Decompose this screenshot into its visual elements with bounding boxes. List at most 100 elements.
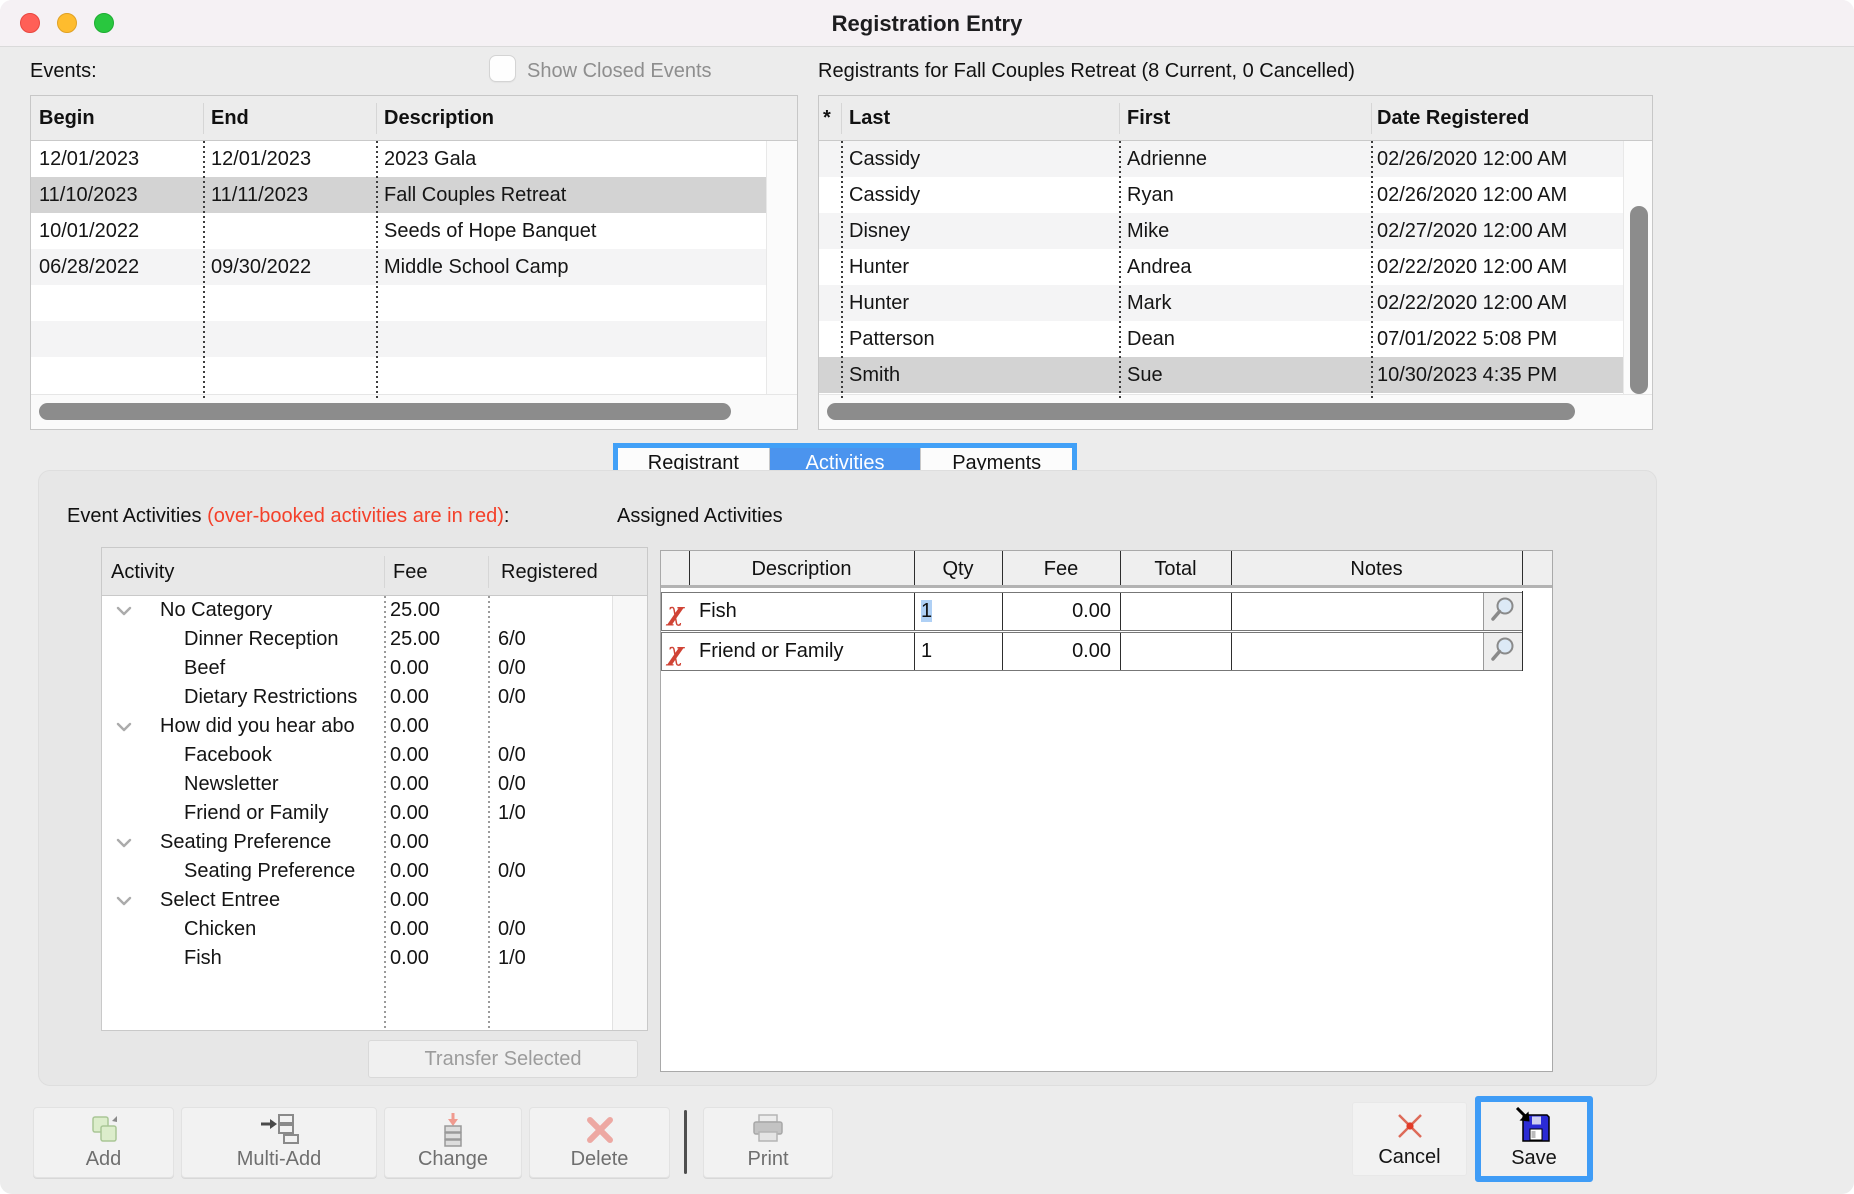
save-button[interactable]: Save: [1481, 1102, 1587, 1176]
registrants-vscrollbar-thumb[interactable]: [1630, 206, 1648, 394]
registrants-hscrollbar-thumb[interactable]: [827, 403, 1575, 420]
registrant-row[interactable]: PattersonDean07/01/2022 5:08 PM: [819, 321, 1623, 357]
registrant-row[interactable]: CassidyAdrienne02/26/2020 12:00 AM: [819, 141, 1623, 177]
registrant-last-cell: Hunter: [849, 285, 1111, 321]
events-hscrollbar-track[interactable]: [31, 394, 797, 429]
registrants-rows: CassidyAdrienne02/26/2020 12:00 AMCassid…: [819, 141, 1623, 399]
column-line: [1522, 591, 1523, 671]
activity-registered: 0/0: [498, 857, 598, 886]
delete-button[interactable]: Delete: [529, 1107, 670, 1178]
activity-tree-row[interactable]: Newsletter0.000/0: [102, 770, 612, 799]
delete-label: Delete: [530, 1148, 669, 1171]
activity-tree-row[interactable]: How did you hear abo0.00: [102, 712, 612, 741]
tree-scroll-gutter: [612, 596, 647, 1030]
assigned-notes-cell[interactable]: [1232, 593, 1483, 630]
registrant-row[interactable]: HunterMark02/22/2020 12:00 AM: [819, 285, 1623, 321]
column-divider: [1119, 141, 1121, 399]
event-begin-cell: 12/01/2023: [39, 141, 197, 177]
print-button[interactable]: Print: [703, 1107, 833, 1178]
activity-tree-row[interactable]: Fish0.001/0: [102, 944, 612, 973]
registrant-first-cell: Andrea: [1127, 249, 1363, 285]
events-table-row[interactable]: 06/28/202209/30/2022Middle School Camp: [31, 249, 766, 285]
activity-tree-row[interactable]: Seating Preference0.000/0: [102, 857, 612, 886]
remove-activity-icon[interactable]: χ: [662, 593, 689, 630]
column-header-qty[interactable]: Qty: [914, 551, 1002, 588]
column-header-end[interactable]: End: [211, 96, 369, 141]
transfer-selected-button[interactable]: Transfer Selected: [368, 1040, 638, 1078]
column-header-begin[interactable]: Begin: [39, 96, 197, 141]
activity-label: Friend or Family: [184, 799, 382, 828]
add-button[interactable]: Add: [33, 1107, 174, 1178]
column-header-description[interactable]: Description: [384, 96, 759, 141]
assigned-fee-cell[interactable]: 0.00: [1003, 633, 1120, 670]
activity-registered: 1/0: [498, 944, 598, 973]
registrant-row[interactable]: SmithSue10/30/2023 4:35 PM: [819, 357, 1623, 393]
activity-fee: 0.00: [390, 654, 485, 683]
notes-lookup-button[interactable]: [1483, 633, 1522, 670]
notes-lookup-button[interactable]: [1483, 593, 1522, 630]
registrant-last-cell: Patterson: [849, 321, 1111, 357]
events-table-row[interactable]: 10/01/2022Seeds of Hope Banquet: [31, 213, 766, 249]
activity-tree-row[interactable]: No Category25.00: [102, 596, 612, 625]
activity-tree-row[interactable]: Friend or Family0.001/0: [102, 799, 612, 828]
registrant-first-cell: Adrienne: [1127, 141, 1363, 177]
print-label: Print: [704, 1148, 832, 1171]
column-header-registered[interactable]: Registered: [501, 548, 598, 596]
events-hscrollbar-thumb[interactable]: [39, 403, 731, 420]
activity-registered: 0/0: [498, 683, 598, 712]
registrant-row[interactable]: CassidyRyan02/26/2020 12:00 AM: [819, 177, 1623, 213]
activity-tree-row[interactable]: Chicken0.000/0: [102, 915, 612, 944]
column-header-fee[interactable]: Fee: [393, 548, 427, 596]
column-header-first[interactable]: First: [1127, 96, 1363, 141]
events-table-row[interactable]: 11/10/202311/11/2023Fall Couples Retreat: [31, 177, 766, 213]
column-header-fee[interactable]: Fee: [1002, 551, 1120, 588]
column-header-total[interactable]: Total: [1120, 551, 1231, 588]
column-header-notes[interactable]: Notes: [1231, 551, 1522, 588]
assigned-qty-cell[interactable]: 1: [915, 593, 1002, 630]
events-table: Begin End Description 12/01/2023 12/01/20…: [30, 95, 798, 430]
column-header-description[interactable]: Description: [689, 551, 914, 588]
change-button[interactable]: Change: [384, 1107, 522, 1178]
activity-tree-row[interactable]: Seating Preference0.00: [102, 828, 612, 857]
activity-label: Facebook: [184, 741, 382, 770]
column-header-activity[interactable]: Activity: [111, 548, 174, 596]
assigned-activity-row[interactable]: χFish10.00: [661, 592, 1523, 631]
expand-chevron-icon[interactable]: [114, 833, 134, 853]
registrant-date-cell: 02/22/2020 12:00 AM: [1377, 285, 1617, 321]
assigned-fee-cell[interactable]: 0.00: [1003, 593, 1120, 630]
expand-chevron-icon[interactable]: [114, 601, 134, 621]
column-header-last[interactable]: Last: [849, 96, 1111, 141]
activity-tree-row[interactable]: Dinner Reception25.006/0: [102, 625, 612, 654]
show-closed-events-checkbox[interactable]: [489, 55, 516, 82]
column-header-star[interactable]: *: [823, 96, 839, 141]
activity-tree-row[interactable]: Facebook0.000/0: [102, 741, 612, 770]
assigned-qty-cell[interactable]: 1: [915, 633, 1002, 670]
expand-chevron-icon[interactable]: [114, 717, 134, 737]
events-table-row[interactable]: 12/01/202312/01/20232023 Gala: [31, 141, 766, 177]
expand-chevron-icon[interactable]: [114, 891, 134, 911]
titlebar: Registration Entry: [0, 0, 1854, 47]
activity-registered: [498, 886, 598, 915]
registrants-hscrollbar-track[interactable]: [819, 394, 1652, 429]
events-table-empty-row: [31, 321, 766, 357]
assigned-total-cell: [1121, 633, 1231, 670]
multi-add-button[interactable]: Multi-Add: [181, 1107, 377, 1178]
event-end-cell: 12/01/2023: [211, 141, 369, 177]
cancel-button[interactable]: Cancel: [1352, 1102, 1467, 1176]
activity-registered: [498, 712, 598, 741]
registrant-first-cell: Ryan: [1127, 177, 1363, 213]
activity-tree-row[interactable]: Beef0.000/0: [102, 654, 612, 683]
remove-activity-icon[interactable]: χ: [662, 633, 689, 670]
assigned-notes-cell[interactable]: [1232, 633, 1483, 670]
activity-label: Chicken: [184, 915, 382, 944]
registrant-row[interactable]: HunterAndrea02/22/2020 12:00 AM: [819, 249, 1623, 285]
event-description-cell: Fall Couples Retreat: [384, 177, 759, 213]
activity-tree-row[interactable]: Dietary Restrictions0.000/0: [102, 683, 612, 712]
assigned-activity-row[interactable]: χFriend or Family10.00: [661, 632, 1523, 671]
events-label: Events:: [30, 60, 97, 83]
activity-tree-row[interactable]: Select Entree0.00: [102, 886, 612, 915]
event-activities-label-text: Event Activities: [67, 505, 207, 527]
save-button-focus-ring: Save: [1475, 1096, 1593, 1182]
column-header-date-registered[interactable]: Date Registered: [1377, 96, 1617, 141]
registrant-row[interactable]: DisneyMike02/27/2020 12:00 AM: [819, 213, 1623, 249]
